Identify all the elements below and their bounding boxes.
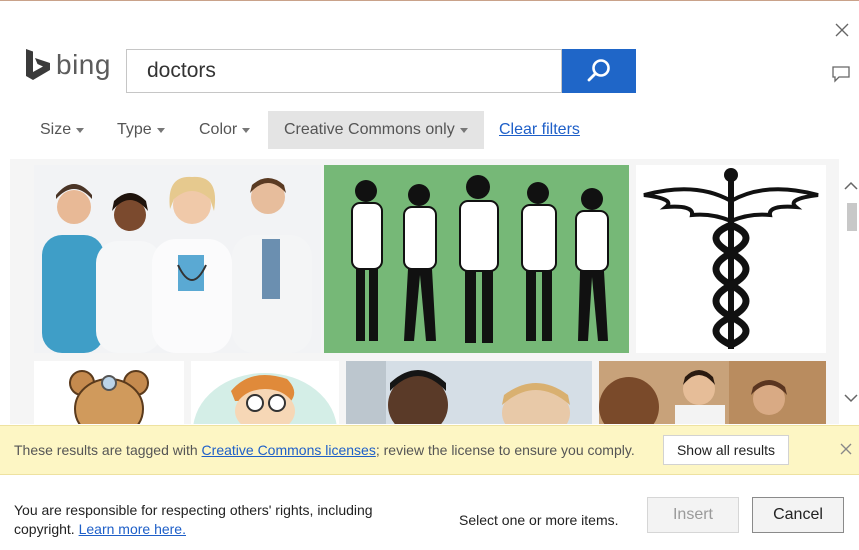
color-filter-label: Color [199, 121, 238, 138]
chevron-down-icon [242, 127, 251, 133]
feedback-icon[interactable] [831, 65, 851, 83]
search-button[interactable] [562, 49, 636, 93]
search-box [126, 49, 562, 93]
result-thumbnail-3[interactable] [636, 165, 826, 353]
type-filter-label: Type [117, 121, 152, 138]
search-input[interactable] [127, 50, 561, 92]
doctors-team-photo-icon [34, 165, 321, 353]
notice-prefix: These results are tagged with [14, 442, 202, 458]
chevron-down-icon [76, 127, 85, 133]
creative-commons-notice: These results are tagged with Creative C… [0, 425, 859, 475]
doctors-with-patient-photo-icon [599, 361, 826, 424]
result-thumbnail-4[interactable] [34, 361, 184, 424]
clear-filters-link[interactable]: Clear filters [499, 111, 580, 149]
notice-text: These results are tagged with Creative C… [14, 442, 635, 458]
rights-text: You are responsible for respecting other… [14, 502, 373, 537]
bing-logo: bing [24, 49, 111, 81]
license-filter[interactable]: Creative Commons only [268, 111, 484, 149]
chevron-down-icon [459, 127, 468, 133]
image-results-grid [10, 159, 839, 424]
creative-commons-licenses-link[interactable]: Creative Commons licenses [202, 442, 376, 458]
color-filter[interactable]: Color [199, 111, 251, 149]
close-notice-icon[interactable] [839, 442, 853, 456]
cancel-button[interactable]: Cancel [752, 497, 844, 533]
result-thumbnail-6[interactable] [346, 361, 592, 424]
size-filter[interactable]: Size [40, 111, 85, 149]
bing-logo-icon [26, 49, 50, 80]
rights-disclaimer: You are responsible for respecting other… [14, 501, 434, 539]
size-filter-label: Size [40, 121, 72, 138]
cartoon-doctor-glasses-icon [191, 361, 339, 424]
learn-more-link[interactable]: Learn more here. [79, 521, 186, 537]
chevron-down-icon [156, 127, 165, 133]
clear-filters-label: Clear filters [499, 121, 580, 138]
result-thumbnail-1[interactable] [34, 165, 321, 353]
result-thumbnail-2[interactable] [324, 165, 629, 353]
insert-pictures-dialog: bing Size Type Color Creative Commons on… [0, 0, 859, 550]
teddy-bear-doctor-cartoon-icon [34, 361, 184, 424]
filter-bar: Size Type Color Creative Commons only Cl… [0, 111, 859, 149]
scrollbar-track [844, 181, 858, 403]
results-scrollbar[interactable] [841, 159, 859, 424]
result-thumbnail-5[interactable] [191, 361, 339, 424]
caduceus-symbol-icon [636, 165, 826, 353]
smiling-doctor-photo-icon [346, 361, 592, 424]
selection-hint: Select one or more items. [459, 512, 619, 528]
result-thumbnail-7[interactable] [599, 361, 826, 424]
notice-suffix: ; review the license to ensure you compl… [375, 442, 635, 458]
insert-button[interactable]: Insert [647, 497, 739, 533]
close-icon[interactable] [833, 21, 851, 39]
bing-logo-text: bing [56, 49, 111, 80]
search-icon [587, 59, 610, 82]
type-filter[interactable]: Type [117, 111, 165, 149]
license-filter-label: Creative Commons only [284, 121, 455, 138]
doctor-silhouettes-green-icon [324, 165, 629, 353]
show-all-results-button[interactable]: Show all results [663, 435, 789, 465]
